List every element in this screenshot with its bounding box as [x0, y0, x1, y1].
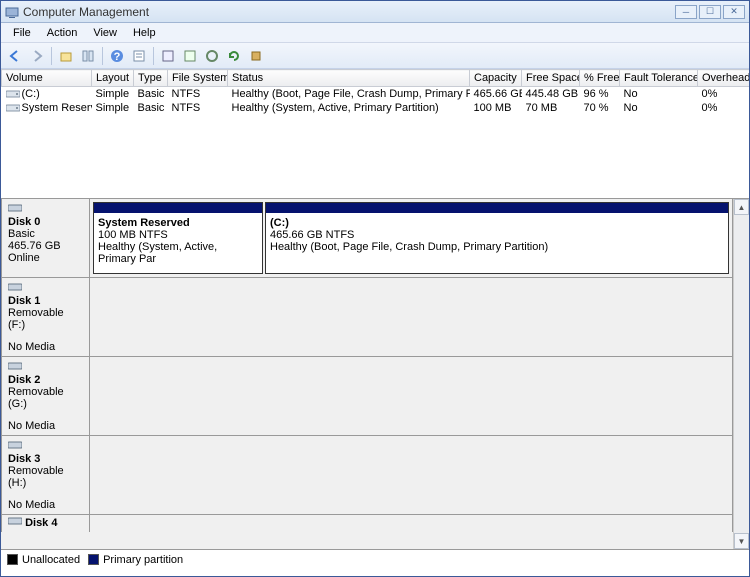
- col-free[interactable]: Free Space: [522, 70, 580, 87]
- col-overhead[interactable]: Overhead: [698, 70, 750, 87]
- legend-swatch-primary: [88, 554, 99, 565]
- up-button[interactable]: [56, 46, 76, 66]
- volume-row[interactable]: (C:) Simple Basic NTFS Healthy (Boot, Pa…: [2, 87, 750, 102]
- disk-icon: [8, 203, 22, 213]
- menu-bar: File Action View Help: [1, 23, 749, 43]
- disk-info: Disk 3 Removable (H:) No Media: [2, 436, 90, 514]
- disk-info: Disk 4: [2, 515, 90, 532]
- disk-row[interactable]: Disk 1 Removable (F:) No Media: [1, 277, 733, 357]
- help-button[interactable]: ?: [107, 46, 127, 66]
- disk-graphical-view: Disk 0 Basic 465.76 GB Online System Res…: [1, 199, 749, 549]
- window-title: Computer Management: [23, 5, 675, 19]
- refresh-button[interactable]: [224, 46, 244, 66]
- disk-row[interactable]: Disk 3 Removable (H:) No Media: [1, 435, 733, 515]
- menu-view[interactable]: View: [85, 25, 125, 41]
- disk-info: Disk 1 Removable (F:) No Media: [2, 278, 90, 356]
- close-button[interactable]: ✕: [723, 5, 745, 19]
- drive-icon: [6, 89, 20, 99]
- col-pfree[interactable]: % Free: [580, 70, 620, 87]
- volume-grid[interactable]: Volume Layout Type File System Status Ca…: [1, 69, 749, 199]
- action-button-2[interactable]: [180, 46, 200, 66]
- volume-name: System Reserved: [22, 102, 92, 114]
- disk-icon: [8, 282, 22, 292]
- drive-icon: [6, 103, 20, 113]
- col-fault[interactable]: Fault Tolerance: [620, 70, 698, 87]
- maximize-button[interactable]: ☐: [699, 5, 721, 19]
- menu-help[interactable]: Help: [125, 25, 164, 41]
- disk-row[interactable]: Disk 2 Removable (G:) No Media: [1, 356, 733, 436]
- menu-action[interactable]: Action: [39, 25, 86, 41]
- svg-text:?: ?: [114, 51, 121, 63]
- col-volume[interactable]: Volume: [2, 70, 92, 87]
- partition-color-bar: [266, 203, 728, 213]
- disk-row[interactable]: Disk 4: [1, 514, 733, 532]
- title-bar: Computer Management ─ ☐ ✕: [1, 1, 749, 23]
- show-hide-button[interactable]: [78, 46, 98, 66]
- col-type[interactable]: Type: [134, 70, 168, 87]
- partition-color-bar: [94, 203, 262, 213]
- disk-row[interactable]: Disk 0 Basic 465.76 GB Online System Res…: [1, 199, 733, 278]
- action-button-1[interactable]: [158, 46, 178, 66]
- forward-button[interactable]: [27, 46, 47, 66]
- partition[interactable]: (C:) 465.66 GB NTFS Healthy (Boot, Page …: [265, 202, 729, 274]
- col-capacity[interactable]: Capacity: [470, 70, 522, 87]
- disk-icon: [8, 361, 22, 371]
- scroll-up-button[interactable]: ▲: [734, 199, 749, 215]
- volume-row[interactable]: System Reserved Simple Basic NTFS Health…: [2, 101, 750, 115]
- toolbar: ?: [1, 43, 749, 69]
- settings-button[interactable]: [246, 46, 266, 66]
- disk-info: Disk 2 Removable (G:) No Media: [2, 357, 90, 435]
- col-status[interactable]: Status: [228, 70, 470, 87]
- disk-info: Disk 0 Basic 465.76 GB Online: [2, 199, 90, 277]
- column-header-row[interactable]: Volume Layout Type File System Status Ca…: [2, 70, 750, 87]
- scroll-down-button[interactable]: ▼: [734, 533, 749, 549]
- volume-name: (C:): [22, 88, 40, 100]
- minimize-button[interactable]: ─: [675, 5, 697, 19]
- back-button[interactable]: [5, 46, 25, 66]
- properties-button[interactable]: [129, 46, 149, 66]
- app-icon: [5, 5, 19, 19]
- vertical-scrollbar[interactable]: ▲ ▼: [733, 199, 749, 549]
- disk-icon: [8, 440, 22, 450]
- legend: Unallocated Primary partition: [1, 549, 749, 569]
- action-button-3[interactable]: [202, 46, 222, 66]
- col-fs[interactable]: File System: [168, 70, 228, 87]
- disk-icon: [8, 516, 22, 526]
- partition[interactable]: System Reserved 100 MB NTFS Healthy (Sys…: [93, 202, 263, 274]
- menu-file[interactable]: File: [5, 25, 39, 41]
- col-layout[interactable]: Layout: [92, 70, 134, 87]
- legend-swatch-unallocated: [7, 554, 18, 565]
